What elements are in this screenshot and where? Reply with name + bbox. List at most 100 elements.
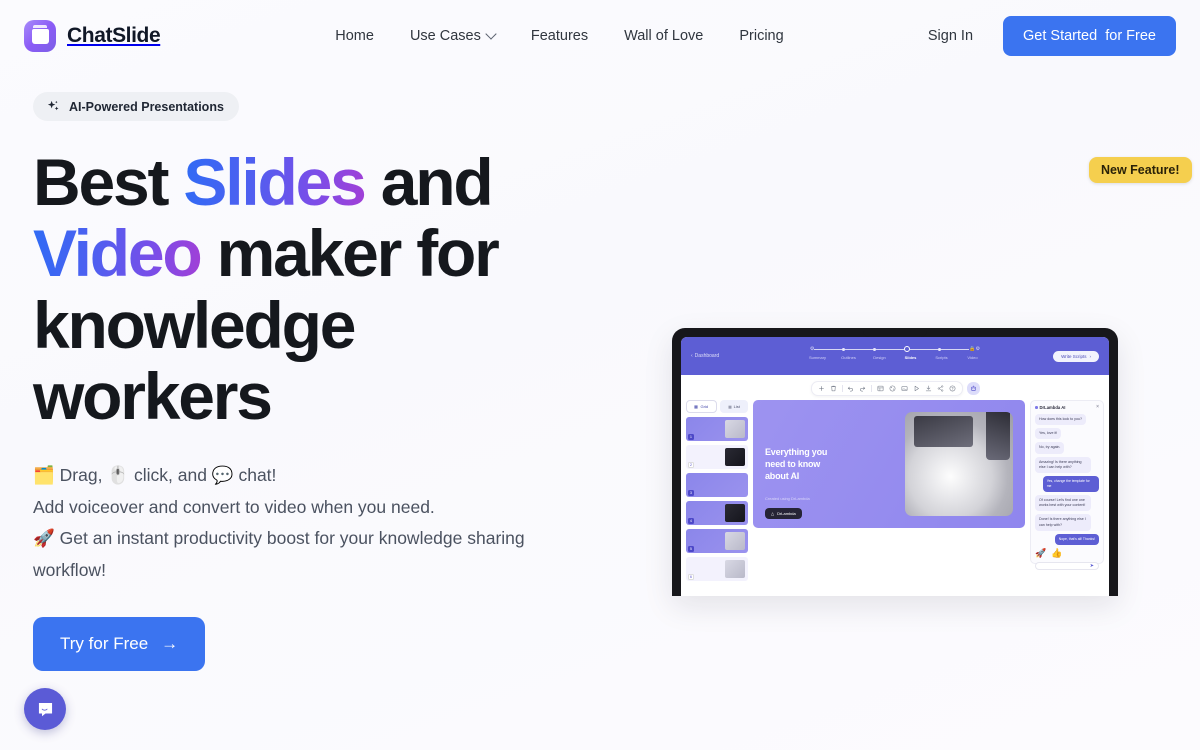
ai-chat-panel: DrLambda AI × How does this look to you?… <box>1030 400 1104 570</box>
back-to-dashboard-label: Dashboard <box>694 353 720 359</box>
app-body: Grid List 1 2 3 4 5 6 Everything you nee… <box>681 396 1109 581</box>
ai-powered-badge: AI-Powered Presentations <box>33 92 239 121</box>
step-label-scripts[interactable]: Scripts <box>926 355 957 360</box>
chat-message: Of course! Let's find one one works best… <box>1035 494 1092 512</box>
subtext-drag: Drag, <box>54 465 108 486</box>
headline-part-5: workers <box>33 358 273 433</box>
image-icon[interactable] <box>901 385 908 392</box>
chat-message: Yes, change the template for me <box>1042 476 1099 492</box>
arrow-right-icon: → <box>161 634 179 654</box>
trash-icon[interactable] <box>830 385 837 392</box>
new-feature-badge[interactable]: New Feature! <box>1089 157 1192 183</box>
slide-thumbnail[interactable]: 4 <box>686 501 748 525</box>
slide-number: 4 <box>688 517 694 524</box>
share-icon[interactable] <box>937 385 944 392</box>
slide-canvas: Everything you need to know about AI Cre… <box>753 400 1025 564</box>
step-label-video[interactable]: Video <box>957 355 988 360</box>
nav-item-features[interactable]: Features <box>531 28 588 44</box>
app-screen: ‹ Dashboard ⚙ 🔒 ⚙ Summary Outlines Desig… <box>681 337 1109 596</box>
close-icon[interactable]: × <box>1096 405 1099 410</box>
intercom-chat-launcher[interactable] <box>24 688 66 730</box>
ai-assistant-icon[interactable] <box>966 382 980 395</box>
palette-icon[interactable] <box>889 385 896 392</box>
tab-grid[interactable]: Grid <box>686 400 717 413</box>
stepper-track: ⚙ 🔒 ⚙ <box>810 346 980 352</box>
plus-icon[interactable] <box>818 385 825 392</box>
send-icon[interactable]: ➤ <box>1090 563 1094 569</box>
get-started-button[interactable]: Get Started for Free <box>1003 16 1176 56</box>
subtext-click: click, and <box>129 465 212 486</box>
list-icon <box>728 405 732 408</box>
editor-toolbar-row <box>681 381 1109 396</box>
slide-thumbnail[interactable]: 1 <box>686 417 748 441</box>
toolbar-divider <box>841 385 842 392</box>
tab-list-label: List <box>733 404 740 409</box>
drlambda-logo-icon: △ <box>771 511 775 516</box>
chat-panel-header: DrLambda AI × <box>1035 405 1099 410</box>
editor-toolbar <box>810 381 963 396</box>
nav-item-home[interactable]: Home <box>335 28 374 44</box>
chat-message[interactable]: No, try again. <box>1035 442 1065 454</box>
gear-icon: ⚙ <box>809 346 815 352</box>
chevron-right-icon: › <box>1089 353 1092 359</box>
slide-thumbnail[interactable]: 2 <box>686 445 748 469</box>
brand-logo-link[interactable]: ChatSlide <box>24 20 161 52</box>
nav-item-home-label: Home <box>335 28 374 44</box>
nav-item-use-cases-label: Use Cases <box>409 28 481 44</box>
play-icon[interactable] <box>913 385 920 392</box>
grid-icon <box>694 405 698 408</box>
back-to-dashboard-link[interactable]: ‹ Dashboard <box>691 353 719 359</box>
write-scripts-button[interactable]: Write Scripts › <box>1053 350 1099 362</box>
chat-message: How does this look to you? <box>1035 414 1086 426</box>
app-header: ‹ Dashboard ⚙ 🔒 ⚙ Summary Outlines Desig… <box>681 337 1109 375</box>
toolbar-divider <box>871 385 872 392</box>
ai-powered-badge-label: AI-Powered Presentations <box>69 99 224 114</box>
chat-message: Amazing! Is there anything else I can he… <box>1035 456 1092 474</box>
current-slide[interactable]: Everything you need to know about AI Cre… <box>753 400 1025 528</box>
slide-title-line-2: need to know <box>765 458 821 469</box>
chat-panel-title: DrLambda AI <box>1039 405 1066 410</box>
download-icon[interactable] <box>925 385 932 392</box>
slide-thumbnail[interactable]: 3 <box>686 473 748 497</box>
headline-part-4: knowledge <box>33 287 356 362</box>
subtext-line-2: Add voiceover and convert to video when … <box>33 497 435 518</box>
slide-title-line-3: about AI <box>765 471 800 482</box>
chatslide-logo-icon <box>24 20 56 52</box>
layout-icon[interactable] <box>877 385 884 392</box>
slide-number: 5 <box>688 545 694 552</box>
slide-brand-badge-label: DrLambda <box>777 511 796 516</box>
slide-brand-badge: △ DrLambda <box>765 508 802 519</box>
step-label-design[interactable]: Design <box>864 355 895 360</box>
sign-in-link[interactable]: Sign In <box>928 28 973 44</box>
headline-part-2: and <box>364 145 494 219</box>
slide-image-robot-hand <box>905 412 1013 516</box>
subtext-line-3: 🚀 Get an instant productivity boost for … <box>33 523 573 586</box>
slide-number: 3 <box>688 489 694 496</box>
step-label-outlines[interactable]: Outlines <box>833 355 864 360</box>
sparkles-icon <box>47 100 59 111</box>
tab-grid-label: Grid <box>700 404 709 409</box>
headline-part-1: Best <box>33 145 184 219</box>
nav-links: Home Use Cases Features Wall of Love Pri… <box>335 28 783 44</box>
sidebar-view-tabs: Grid List <box>686 400 748 413</box>
tab-list[interactable]: List <box>719 400 748 413</box>
undo-icon[interactable] <box>847 385 854 392</box>
help-icon[interactable] <box>949 385 956 392</box>
chat-message[interactable]: Yes, love it! <box>1035 428 1062 440</box>
chat-input[interactable]: ➤ <box>1035 561 1099 570</box>
slide-title-line-1: Everything you <box>765 446 828 457</box>
slide-title: Everything you need to know about AI <box>765 446 851 482</box>
nav-item-wall-of-love[interactable]: Wall of Love <box>624 28 703 44</box>
try-for-free-button[interactable]: Try for Free → <box>33 616 206 671</box>
step-label-summary[interactable]: Summary <box>802 355 833 360</box>
nav-item-use-cases[interactable]: Use Cases <box>409 28 497 44</box>
slide-thumbnail-list: 1 2 3 4 5 6 <box>686 417 748 581</box>
slide-thumbnail[interactable]: 5 <box>686 529 748 553</box>
slide-number: 6 <box>688 573 694 580</box>
slide-thumbnail[interactable]: 6 <box>686 557 748 581</box>
redo-icon[interactable] <box>859 385 866 392</box>
chat-bubble-icon <box>38 702 52 716</box>
nav-item-pricing[interactable]: Pricing <box>739 28 783 44</box>
slide-credit: Created using DrLambda <box>765 496 810 501</box>
step-label-slides[interactable]: Slides <box>895 355 926 360</box>
